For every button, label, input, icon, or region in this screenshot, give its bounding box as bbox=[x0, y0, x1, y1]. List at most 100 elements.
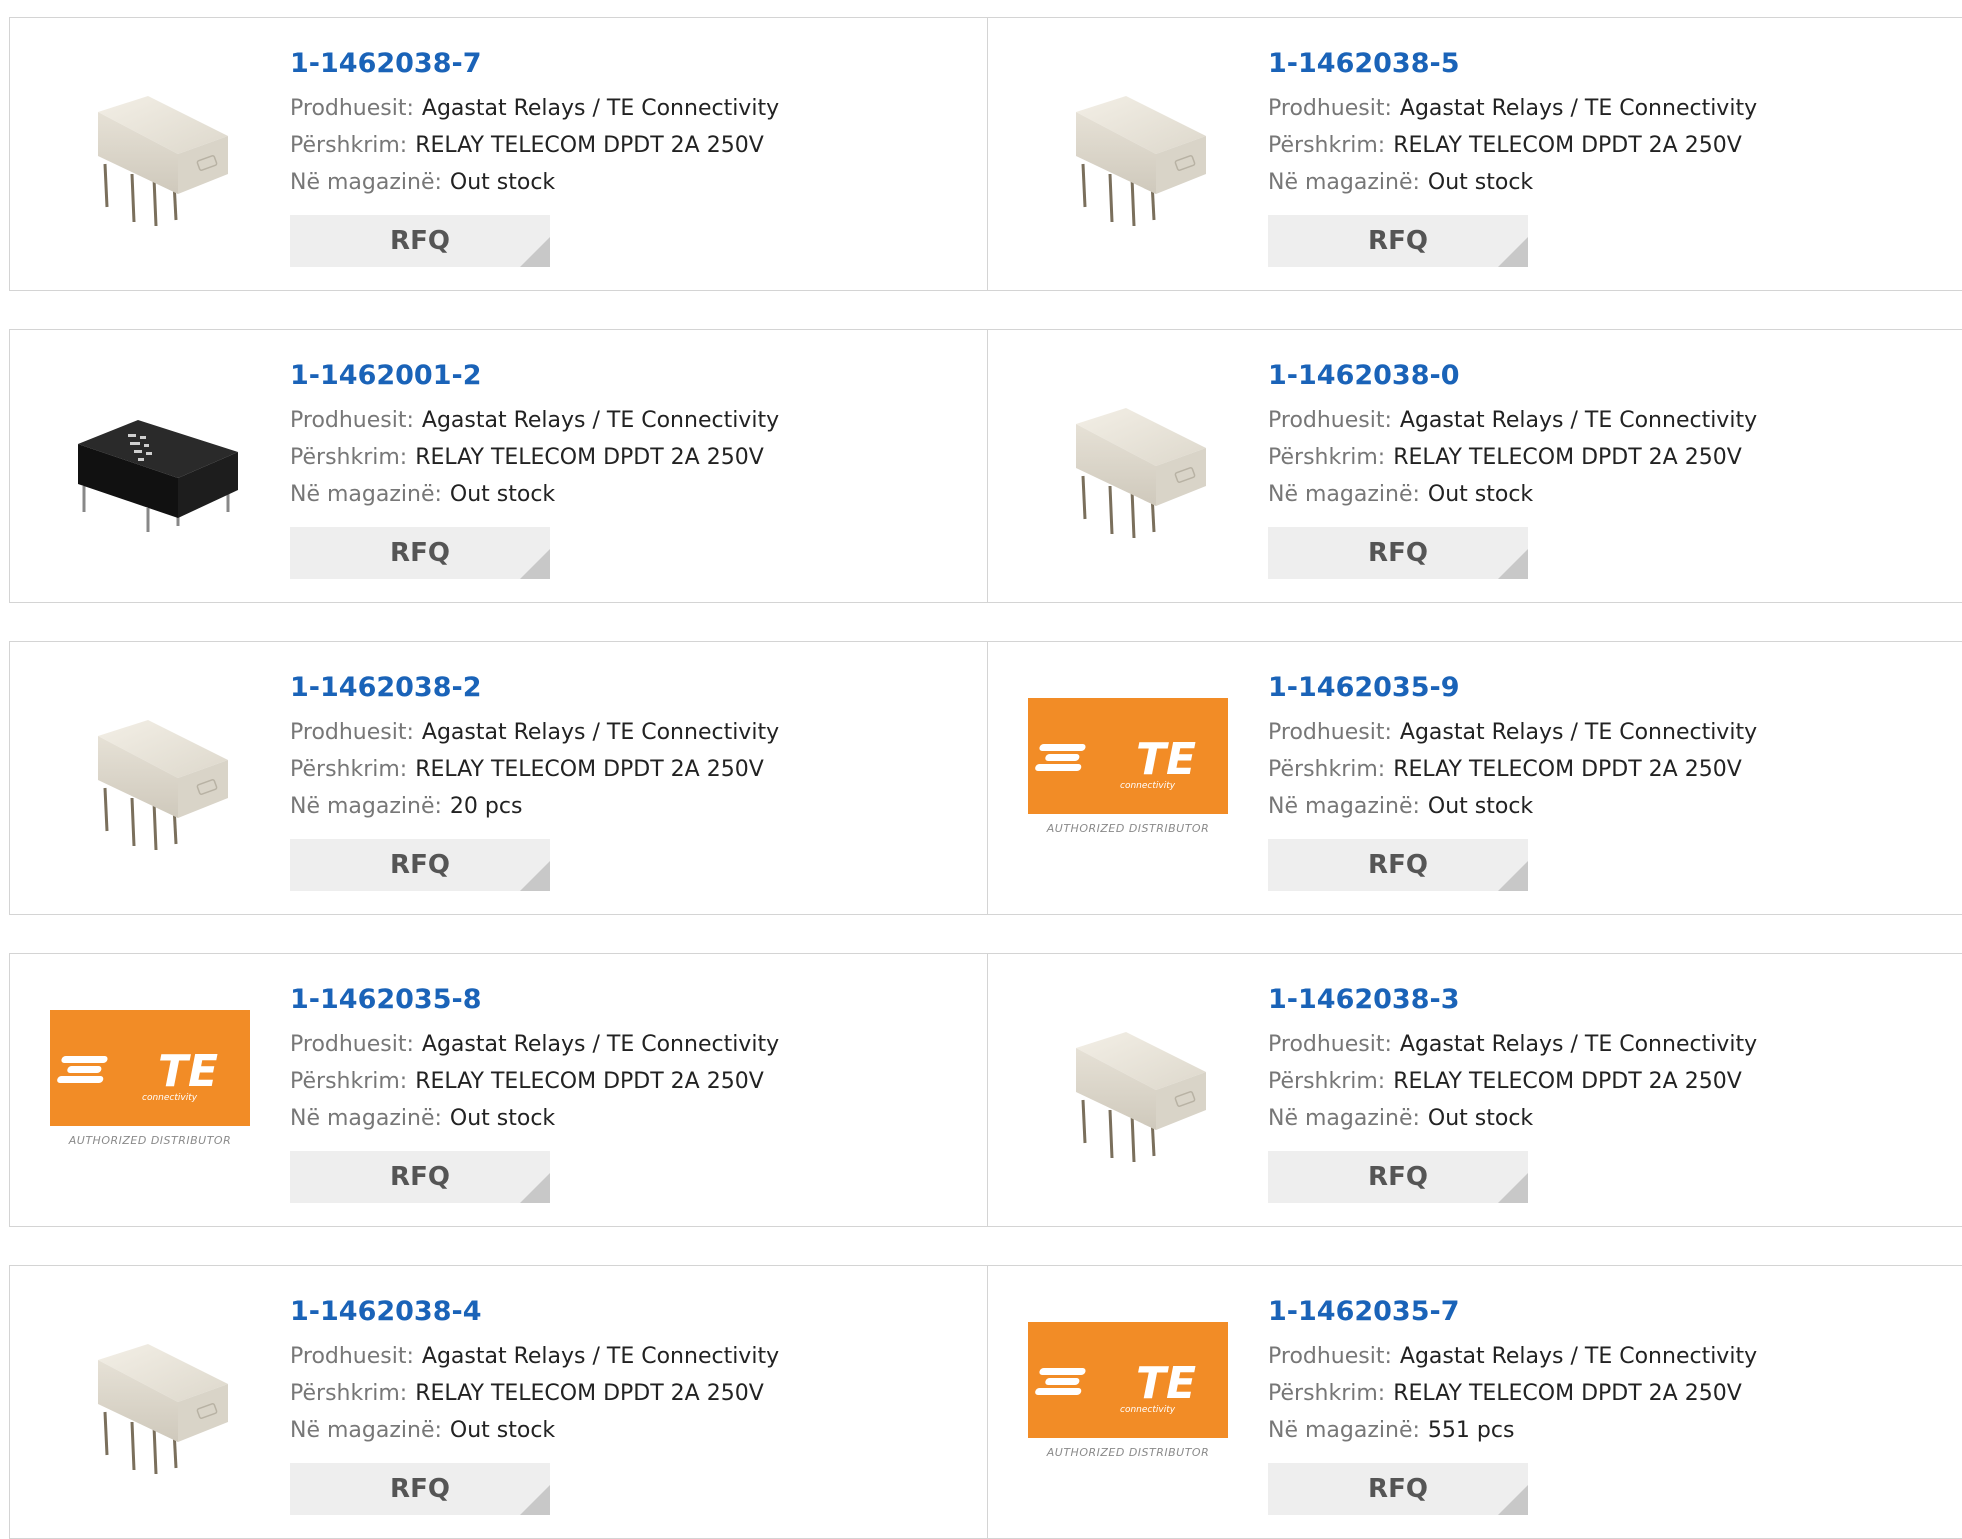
description-line: Përshkrim: RELAY TELECOM DPDT 2A 250V bbox=[1268, 127, 1757, 164]
part-number-link[interactable]: 1-1462038-2 bbox=[290, 670, 779, 706]
white-relay-icon[interactable] bbox=[50, 74, 250, 238]
product-image[interactable] bbox=[1028, 386, 1228, 546]
svg-text:connectivity: connectivity bbox=[1120, 781, 1176, 791]
product-image[interactable]: TE connectivity AUTHORIZED DISTRIBUTOR bbox=[50, 1010, 250, 1170]
manufacturer-label: Prodhuesit: bbox=[290, 1344, 414, 1369]
white-relay-icon[interactable] bbox=[50, 1322, 250, 1486]
product-card: 1-1462038-4 Prodhuesit: Agastat Relays / … bbox=[10, 1266, 987, 1538]
product-row: TE connectivity AUTHORIZED DISTRIBUTOR 1… bbox=[9, 953, 1962, 1227]
rfq-button[interactable]: RFQ bbox=[290, 215, 550, 267]
stock-line: Në magazinë: 551 pcs bbox=[1268, 1412, 1757, 1449]
rfq-button[interactable]: RFQ bbox=[290, 1463, 550, 1515]
te-logo-icon: TE connectivity AUTHORIZED DISTRIBUTOR bbox=[50, 1010, 250, 1170]
stock-line: Në magazinë: Out stock bbox=[1268, 1100, 1757, 1137]
description-line: Përshkrim: RELAY TELECOM DPDT 2A 250V bbox=[290, 1063, 779, 1100]
corner-decoration bbox=[1498, 1173, 1528, 1203]
description-label: Përshkrim: bbox=[1268, 133, 1386, 158]
product-card: TE connectivity AUTHORIZED DISTRIBUTOR 1… bbox=[10, 954, 987, 1226]
manufacturer-value: Agastat Relays / TE Connectivity bbox=[421, 1344, 780, 1369]
product-image[interactable] bbox=[1028, 1010, 1228, 1170]
description-value: RELAY TELECOM DPDT 2A 250V bbox=[415, 757, 764, 782]
product-image[interactable] bbox=[50, 74, 250, 234]
stock-label: Në magazinë: bbox=[1268, 794, 1420, 819]
product-image[interactable]: TE connectivity AUTHORIZED DISTRIBUTOR bbox=[1028, 1322, 1228, 1482]
description-label: Përshkrim: bbox=[1268, 1069, 1386, 1094]
rfq-label: RFQ bbox=[390, 1474, 450, 1504]
stock-value: Out stock bbox=[449, 1106, 556, 1131]
stock-value: Out stock bbox=[1427, 794, 1534, 819]
product-info: 1-1462038-7 Prodhuesit: Agastat Relays / … bbox=[290, 46, 779, 267]
rfq-button[interactable]: RFQ bbox=[1268, 1463, 1528, 1515]
description-value: RELAY TELECOM DPDT 2A 250V bbox=[1393, 1381, 1742, 1406]
product-row: 1-1462038-2 Prodhuesit: Agastat Relays / … bbox=[9, 641, 1962, 915]
product-info: 1-1462038-4 Prodhuesit: Agastat Relays / … bbox=[290, 1294, 779, 1515]
description-line: Përshkrim: RELAY TELECOM DPDT 2A 250V bbox=[1268, 1375, 1757, 1412]
rfq-button[interactable]: RFQ bbox=[290, 1151, 550, 1203]
rfq-label: RFQ bbox=[1368, 850, 1428, 880]
stock-label: Në magazinë: bbox=[290, 1418, 442, 1443]
corner-decoration bbox=[1498, 861, 1528, 891]
product-image[interactable]: TE connectivity AUTHORIZED DISTRIBUTOR bbox=[1028, 698, 1228, 858]
white-relay-icon[interactable] bbox=[1028, 74, 1228, 238]
description-line: Përshkrim: RELAY TELECOM DPDT 2A 250V bbox=[290, 1375, 779, 1412]
description-value: RELAY TELECOM DPDT 2A 250V bbox=[1393, 133, 1742, 158]
description-value: RELAY TELECOM DPDT 2A 250V bbox=[415, 1381, 764, 1406]
white-relay-icon[interactable] bbox=[1028, 386, 1228, 550]
corner-decoration bbox=[1498, 1485, 1528, 1515]
authorized-distributor-text: AUTHORIZED DISTRIBUTOR bbox=[1046, 822, 1210, 835]
manufacturer-line: Prodhuesit: Agastat Relays / TE Connectiv… bbox=[1268, 1026, 1757, 1063]
authorized-distributor-text: AUTHORIZED DISTRIBUTOR bbox=[68, 1134, 232, 1147]
product-info: 1-1462001-2 Prodhuesit: Agastat Relays / … bbox=[290, 358, 779, 579]
part-number-link[interactable]: 1-1462038-3 bbox=[1268, 982, 1757, 1018]
stock-line: Në magazinë: Out stock bbox=[1268, 788, 1757, 825]
description-line: Përshkrim: RELAY TELECOM DPDT 2A 250V bbox=[290, 439, 779, 476]
product-info: 1-1462038-3 Prodhuesit: Agastat Relays / … bbox=[1268, 982, 1757, 1203]
stock-line: Në magazinë: Out stock bbox=[290, 1100, 779, 1137]
white-relay-icon[interactable] bbox=[50, 698, 250, 862]
part-number-link[interactable]: 1-1462035-8 bbox=[290, 982, 779, 1018]
product-image[interactable] bbox=[50, 386, 250, 546]
manufacturer-label: Prodhuesit: bbox=[1268, 408, 1392, 433]
product-card: 1-1462038-0 Prodhuesit: Agastat Relays / … bbox=[988, 330, 1962, 602]
part-number-link[interactable]: 1-1462038-0 bbox=[1268, 358, 1757, 394]
part-number-link[interactable]: 1-1462038-7 bbox=[290, 46, 779, 82]
manufacturer-label: Prodhuesit: bbox=[1268, 96, 1392, 121]
product-card: TE connectivity AUTHORIZED DISTRIBUTOR 1… bbox=[988, 1266, 1962, 1538]
rfq-button[interactable]: RFQ bbox=[290, 527, 550, 579]
rfq-button[interactable]: RFQ bbox=[1268, 215, 1528, 267]
black-relay-icon[interactable] bbox=[50, 386, 250, 550]
manufacturer-value: Agastat Relays / TE Connectivity bbox=[1399, 1032, 1758, 1057]
product-image[interactable] bbox=[50, 698, 250, 858]
stock-value: Out stock bbox=[449, 482, 556, 507]
manufacturer-line: Prodhuesit: Agastat Relays / TE Connectiv… bbox=[290, 714, 779, 751]
part-number-link[interactable]: 1-1462001-2 bbox=[290, 358, 779, 394]
stock-label: Në magazinë: bbox=[290, 794, 442, 819]
part-number-link[interactable]: 1-1462035-9 bbox=[1268, 670, 1757, 706]
stock-label: Në magazinë: bbox=[1268, 482, 1420, 507]
product-info: 1-1462038-5 Prodhuesit: Agastat Relays / … bbox=[1268, 46, 1757, 267]
rfq-button[interactable]: RFQ bbox=[1268, 527, 1528, 579]
manufacturer-value: Agastat Relays / TE Connectivity bbox=[421, 408, 780, 433]
manufacturer-value: Agastat Relays / TE Connectivity bbox=[1399, 720, 1758, 745]
stock-value: 20 pcs bbox=[449, 794, 523, 819]
rfq-label: RFQ bbox=[390, 1162, 450, 1192]
rfq-button[interactable]: RFQ bbox=[1268, 839, 1528, 891]
product-image[interactable] bbox=[50, 1322, 250, 1482]
svg-text:connectivity: connectivity bbox=[142, 1093, 198, 1103]
product-image[interactable] bbox=[1028, 74, 1228, 234]
rfq-label: RFQ bbox=[1368, 1474, 1428, 1504]
part-number-link[interactable]: 1-1462035-7 bbox=[1268, 1294, 1757, 1330]
white-relay-icon[interactable] bbox=[1028, 1010, 1228, 1174]
stock-line: Në magazinë: 20 pcs bbox=[290, 788, 779, 825]
description-line: Përshkrim: RELAY TELECOM DPDT 2A 250V bbox=[290, 751, 779, 788]
rfq-button[interactable]: RFQ bbox=[1268, 1151, 1528, 1203]
rfq-button[interactable]: RFQ bbox=[290, 839, 550, 891]
part-number-link[interactable]: 1-1462038-4 bbox=[290, 1294, 779, 1330]
part-number-link[interactable]: 1-1462038-5 bbox=[1268, 46, 1757, 82]
manufacturer-line: Prodhuesit: Agastat Relays / TE Connectiv… bbox=[1268, 1338, 1757, 1375]
product-info: 1-1462035-8 Prodhuesit: Agastat Relays / … bbox=[290, 982, 779, 1203]
stock-label: Në magazinë: bbox=[290, 170, 442, 195]
stock-value: Out stock bbox=[1427, 1106, 1534, 1131]
product-row: 1-1462001-2 Prodhuesit: Agastat Relays / … bbox=[9, 329, 1962, 603]
description-value: RELAY TELECOM DPDT 2A 250V bbox=[415, 445, 764, 470]
